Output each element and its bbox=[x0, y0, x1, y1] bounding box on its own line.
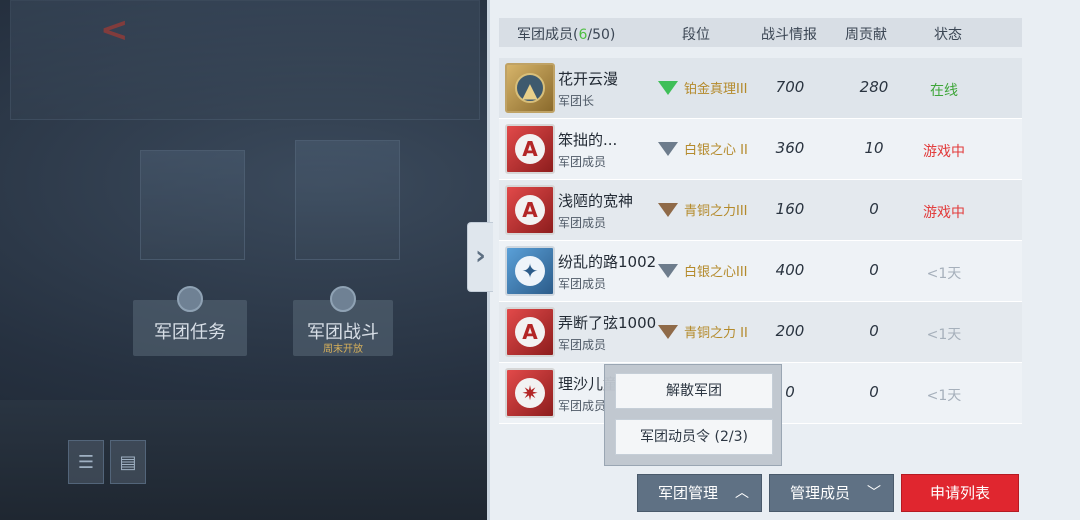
member-rank: 白银之心 II bbox=[658, 139, 748, 158]
rank-emblem-icon: ▲ bbox=[515, 73, 545, 103]
avengers-icon: A bbox=[515, 195, 545, 225]
avatar: A bbox=[505, 307, 555, 357]
table-row[interactable]: A 笨拙的... 军团成员 白银之心 II 360 10 游戏中 bbox=[499, 119, 1022, 180]
task-icon bbox=[177, 286, 203, 312]
avatar: ▲ bbox=[505, 63, 555, 113]
table-row[interactable]: ▲ 花开云漫 军团长 铂金真理III 700 280 在线 bbox=[499, 58, 1022, 119]
member-contribution: 0 bbox=[869, 383, 879, 401]
header-contribution: 周贡献 bbox=[845, 27, 887, 43]
table-row[interactable]: A 浅陋的宽神 军团成员 青铜之力III 160 0 游戏中 bbox=[499, 180, 1022, 241]
member-name: 笨拙的... bbox=[558, 131, 618, 149]
chat-icon[interactable]: ▤ bbox=[110, 440, 146, 484]
member-role: 军团长 bbox=[558, 94, 595, 108]
legion-manage-button[interactable]: 军团管理 ︿ bbox=[637, 474, 762, 512]
legion-task-label: 军团任务 bbox=[154, 322, 226, 343]
member-name: 花开云漫 bbox=[558, 70, 619, 88]
member-status: <1天 bbox=[926, 327, 962, 343]
bg-battle-panel bbox=[295, 140, 400, 260]
member-contribution: 0 bbox=[869, 261, 879, 279]
member-contribution: 10 bbox=[864, 139, 884, 157]
table-header: 军团成员(6/50) 段位 战斗情报 周贡献 状态 bbox=[499, 18, 1022, 47]
member-intel: 200 bbox=[775, 322, 805, 340]
table-row[interactable]: ✦ 纷乱的路1002 军团成员 白银之心III 400 0 <1天 bbox=[499, 241, 1022, 302]
member-rank: 白银之心III bbox=[658, 261, 748, 280]
list-icon[interactable]: ☰ bbox=[68, 440, 104, 484]
avatar: A bbox=[505, 124, 555, 174]
avengers-icon: A bbox=[515, 317, 545, 347]
member-role: 军团成员 bbox=[558, 399, 607, 413]
spider-icon: ✷ bbox=[515, 378, 545, 408]
chevron-right-icon[interactable]: › bbox=[467, 222, 493, 292]
disband-legion-button[interactable]: 解散军团 bbox=[615, 373, 773, 409]
bg-task-panel bbox=[140, 150, 245, 260]
member-intel: 360 bbox=[775, 139, 805, 157]
avengers-icon: A bbox=[515, 134, 545, 164]
legion-manage-label: 军团管理 bbox=[658, 484, 719, 502]
battle-icon bbox=[330, 286, 356, 312]
member-intel: 400 bbox=[775, 261, 805, 279]
member-rank: 铂金真理III bbox=[658, 78, 748, 97]
member-role: 军团成员 bbox=[558, 216, 607, 230]
header-rank: 段位 bbox=[682, 27, 710, 43]
manage-members-button[interactable]: 管理成员 ﹀ bbox=[769, 474, 894, 512]
chevron-up-icon: ︿ bbox=[735, 485, 749, 501]
member-rank: 青铜之力III bbox=[658, 200, 748, 219]
chevron-down-icon: ﹀ bbox=[867, 485, 881, 501]
legion-battle-sub: 周末开放 bbox=[323, 344, 363, 355]
member-status: 游戏中 bbox=[923, 144, 965, 160]
header-status: 状态 bbox=[934, 27, 962, 43]
member-intel: 160 bbox=[775, 200, 805, 218]
avatar: A bbox=[505, 185, 555, 235]
legion-task-card[interactable]: 军团任务 bbox=[133, 286, 247, 356]
header-members: 军团成员(6/50) bbox=[517, 27, 616, 43]
apply-list-button[interactable]: 申请列表 bbox=[901, 474, 1019, 512]
manage-members-label: 管理成员 bbox=[790, 484, 851, 502]
member-role: 军团成员 bbox=[558, 338, 607, 352]
rank-icon bbox=[658, 203, 678, 217]
member-role: 军团成员 bbox=[558, 277, 607, 291]
rank-icon bbox=[658, 264, 678, 278]
table-row[interactable]: A 弄断了弦1000 军团成员 青铜之力 II 200 0 <1天 bbox=[499, 302, 1022, 363]
legion-battle-card[interactable]: 军团战斗 周末开放 bbox=[293, 286, 393, 356]
shield-icon: ✦ bbox=[515, 256, 545, 286]
header-intel: 战斗情报 bbox=[761, 27, 817, 43]
member-status: 游戏中 bbox=[923, 205, 965, 221]
member-contribution: 0 bbox=[869, 200, 879, 218]
member-status: <1天 bbox=[926, 266, 962, 282]
rank-icon bbox=[658, 142, 678, 156]
member-status: <1天 bbox=[926, 388, 962, 404]
member-contribution: 280 bbox=[859, 78, 889, 96]
member-intel: 700 bbox=[775, 78, 805, 96]
member-name: 纷乱的路1002 bbox=[558, 253, 657, 271]
member-contribution: 0 bbox=[869, 322, 879, 340]
rank-icon bbox=[658, 81, 678, 95]
bg-top-structure bbox=[10, 0, 480, 120]
legion-manage-menu: 解散军团 军团动员令 (2/3) bbox=[604, 364, 782, 466]
mobilize-order-button[interactable]: 军团动员令 (2/3) bbox=[615, 419, 773, 455]
avatar: ✷ bbox=[505, 368, 555, 418]
member-rank: 青铜之力 II bbox=[658, 322, 748, 341]
member-name: 弄断了弦1000 bbox=[558, 314, 657, 332]
member-role: 军团成员 bbox=[558, 155, 607, 169]
member-status: 在线 bbox=[930, 83, 958, 99]
avatar: ✦ bbox=[505, 246, 555, 296]
member-name: 浅陋的宽神 bbox=[558, 192, 634, 210]
back-arrow-icon[interactable]: < bbox=[100, 10, 140, 50]
rank-icon bbox=[658, 325, 678, 339]
